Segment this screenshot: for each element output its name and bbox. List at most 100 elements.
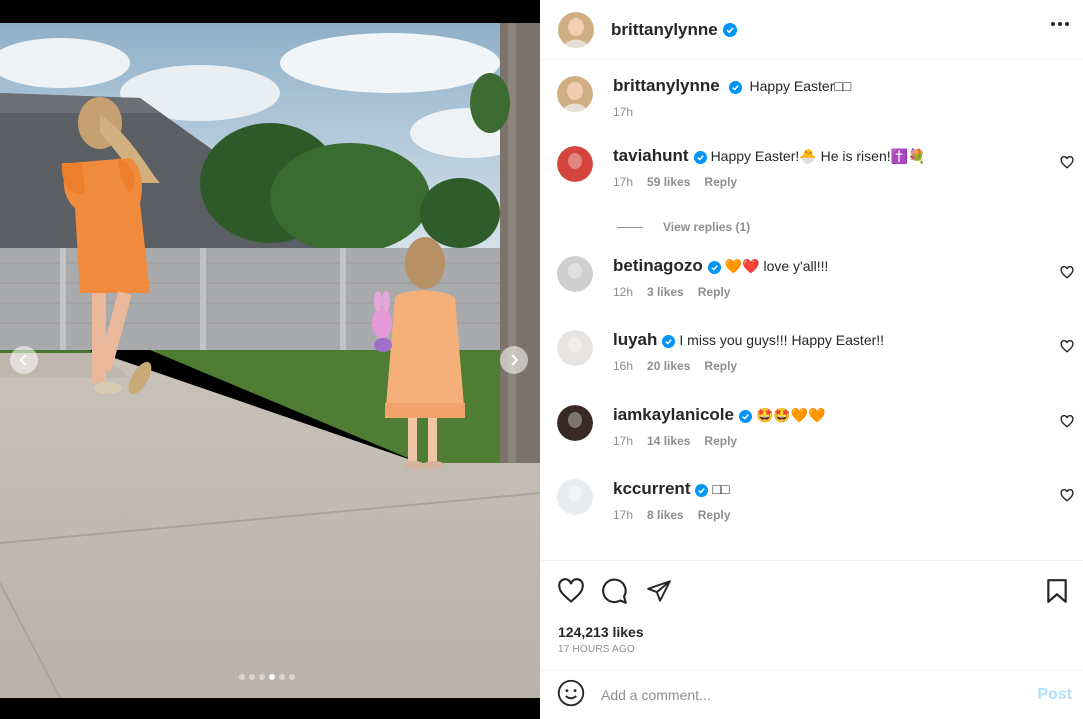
- commenter-avatar[interactable]: [557, 146, 593, 182]
- commenter-username[interactable]: betinagozo: [613, 256, 703, 275]
- comment-time: 12h: [613, 285, 634, 299]
- commenter-username[interactable]: iamkaylanicole: [613, 405, 734, 424]
- send-icon: [647, 580, 671, 602]
- carousel-prev-button[interactable]: [10, 346, 38, 374]
- comment-text: 🤩🤩🧡🧡: [755, 407, 826, 423]
- bookmark-icon: [1047, 579, 1067, 603]
- comment-body: taviahunt Happy Easter!🐣 He is risen!✝️💐 1…: [613, 146, 1043, 189]
- commenter-avatar-image: [557, 405, 593, 441]
- commenter-username[interactable]: kccurrent: [613, 479, 690, 498]
- commenter-username[interactable]: luyah: [613, 330, 657, 349]
- comment-like-button[interactable]: [1060, 265, 1074, 284]
- likes-count[interactable]: 124,213 likes: [558, 624, 644, 640]
- verified-badge-icon: [695, 483, 709, 497]
- heart-icon: [1060, 155, 1074, 169]
- emoji-button[interactable]: [557, 679, 585, 712]
- comment-likes[interactable]: 59 likes: [647, 175, 690, 189]
- carousel-next-button[interactable]: [500, 346, 528, 374]
- post-comment-button[interactable]: Post: [1037, 686, 1072, 704]
- comment-text: □□: [712, 481, 730, 497]
- comment-body: kccurrent □□ 17h 8 likes Reply: [613, 479, 1043, 522]
- comment-input[interactable]: [601, 687, 1001, 703]
- commenter-avatar[interactable]: [557, 405, 593, 441]
- comment-item: kccurrent □□ 17h 8 likes Reply: [557, 479, 1083, 539]
- caption-meta: 17h: [613, 105, 1043, 119]
- comment-like-button[interactable]: [1060, 414, 1074, 433]
- comment-like-button[interactable]: [1060, 488, 1074, 507]
- caption-avatar[interactable]: [557, 76, 593, 112]
- verified-badge-icon: [738, 409, 752, 423]
- view-replies-button[interactable]: View replies (1): [617, 220, 750, 234]
- comment-body: iamkaylanicole 🤩🤩🧡🧡 17h 14 likes Reply: [613, 405, 1043, 448]
- caption-body: brittanylynne Happy Easter□□ 17h: [613, 76, 1043, 119]
- comment-body: luyah I miss you guys!!! Happy Easter!! 16…: [613, 330, 1043, 373]
- post-header: brittanylynne: [540, 0, 1083, 60]
- reply-button[interactable]: Reply: [704, 434, 737, 448]
- heart-icon: [1060, 339, 1074, 353]
- comment-meta: 17h 8 likes Reply: [613, 508, 1043, 522]
- verified-badge-icon: [707, 260, 721, 274]
- comment-bubble-icon: [602, 578, 627, 604]
- carousel-dot: [239, 674, 245, 680]
- comment-time: 17h: [613, 508, 634, 522]
- dot-icon: [1065, 22, 1069, 26]
- carousel-indicator: [239, 674, 295, 680]
- reply-button[interactable]: Reply: [698, 508, 731, 522]
- view-replies-label: View replies (1): [663, 220, 751, 234]
- comment-text: 🧡❤️ love y'all!!!: [724, 258, 829, 274]
- save-button[interactable]: [1046, 578, 1068, 609]
- post-media: [0, 0, 540, 719]
- comment-line: taviahunt Happy Easter!🐣 He is risen!✝️💐: [613, 146, 1043, 166]
- carousel-dot: [269, 674, 275, 680]
- verified-badge-icon: [662, 334, 676, 348]
- comment-item: taviahunt Happy Easter!🐣 He is risen!✝️💐 1…: [557, 146, 1083, 206]
- replies-divider: [617, 226, 643, 228]
- author-avatar-image: [558, 11, 594, 48]
- reply-button[interactable]: Reply: [698, 285, 731, 299]
- instagram-post-modal: brittanylynne brittanylynne Happy Easter…: [0, 0, 1083, 719]
- comment-meta: 17h 14 likes Reply: [613, 434, 1043, 448]
- comment-text: I miss you guys!!! Happy Easter!!: [679, 332, 885, 348]
- verified-badge-icon: [722, 22, 737, 37]
- author-username[interactable]: brittanylynne: [611, 20, 718, 40]
- comment-body: betinagozo 🧡❤️ love y'all!!! 12h 3 likes Rep…: [613, 256, 1043, 299]
- dot-icon: [1058, 22, 1062, 26]
- commenter-avatar[interactable]: [557, 479, 593, 515]
- reply-button[interactable]: Reply: [704, 175, 737, 189]
- more-options-button[interactable]: [1051, 22, 1069, 26]
- comment-item: luyah I miss you guys!!! Happy Easter!! 16…: [557, 330, 1083, 390]
- comments-list: brittanylynne Happy Easter□□ 17h taviahu…: [540, 60, 1083, 560]
- comment-meta: 17h 59 likes Reply: [613, 175, 1043, 189]
- post-photo: [0, 23, 540, 698]
- comment-like-button[interactable]: [1060, 155, 1074, 174]
- comment-likes[interactable]: 14 likes: [647, 434, 690, 448]
- share-button[interactable]: [646, 578, 672, 609]
- comment-button[interactable]: [601, 578, 628, 610]
- comment-time: 17h: [613, 175, 634, 189]
- chevron-right-icon: [511, 354, 519, 366]
- author-avatar[interactable]: [558, 11, 594, 48]
- heart-icon: [1060, 414, 1074, 428]
- carousel-dot: [279, 674, 285, 680]
- commenter-avatar[interactable]: [557, 330, 593, 366]
- commenter-avatar-image: [557, 479, 593, 515]
- comment-line: iamkaylanicole 🤩🤩🧡🧡: [613, 405, 1043, 425]
- comment-like-button[interactable]: [1060, 339, 1074, 358]
- caption-username[interactable]: brittanylynne: [613, 76, 720, 95]
- comment-item: iamkaylanicole 🤩🤩🧡🧡 17h 14 likes Reply: [557, 405, 1083, 465]
- comment-likes[interactable]: 8 likes: [647, 508, 684, 522]
- like-button[interactable]: [557, 578, 585, 609]
- commenter-avatar[interactable]: [557, 256, 593, 292]
- reply-button[interactable]: Reply: [704, 359, 737, 373]
- comment-time: 17h: [613, 434, 634, 448]
- comment-likes[interactable]: 20 likes: [647, 359, 690, 373]
- photo-illustration: [0, 23, 540, 698]
- chevron-left-icon: [19, 354, 27, 366]
- comment-item: betinagozo 🧡❤️ love y'all!!! 12h 3 likes Rep…: [557, 256, 1083, 316]
- verified-badge-icon: [728, 80, 742, 94]
- commenter-username[interactable]: taviahunt: [613, 146, 689, 165]
- caption-avatar-image: [557, 76, 593, 112]
- comment-likes[interactable]: 3 likes: [647, 285, 684, 299]
- commenter-avatar-image: [557, 330, 593, 366]
- add-comment-bar: Post: [540, 670, 1083, 719]
